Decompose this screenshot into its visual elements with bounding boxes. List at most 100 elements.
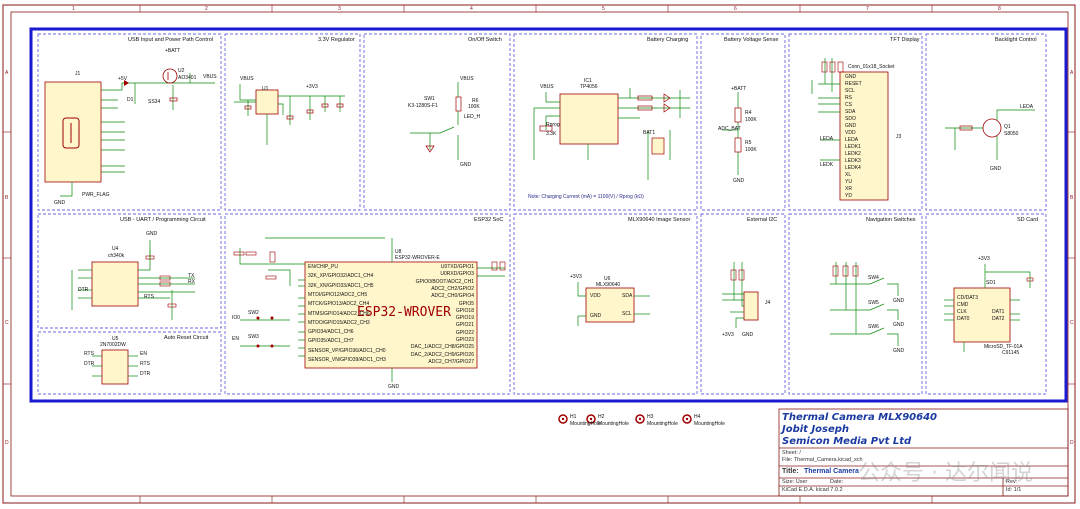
uart-ic-u4: [91, 261, 139, 307]
esp32-left-pin-label: SENSOR_VN/GPIO39/ADC1_CH3: [308, 357, 386, 363]
net-gnd-uart: GND: [146, 231, 158, 237]
ref-rprog: Rprog: [546, 122, 560, 128]
ref-sw2: SW2: [248, 310, 259, 316]
ref-u1: U1: [262, 86, 269, 92]
net-dtr-ar2: DTR: [140, 371, 151, 377]
part-u2: AO3401: [178, 75, 197, 81]
row-label: B: [1070, 195, 1074, 201]
tft-pin-label: YU: [845, 179, 852, 185]
ref-d1: D1: [127, 97, 134, 103]
mlx-pin-vdd: VDD: [590, 293, 601, 299]
value-r5: 100K: [745, 147, 757, 153]
net-leda: LEDA: [820, 136, 834, 142]
ref-sw5: SW5: [868, 300, 879, 306]
title-block-title-value: Thermal Camera: [804, 468, 859, 475]
net-pwr-flag: PWR_FLAG: [82, 192, 110, 198]
esp32-left-pin-label: MTDO/GPIO15/ADC2_CH3: [308, 319, 370, 326]
sd-pin-label: DAT2: [992, 316, 1005, 322]
title-block-project: Thermal Camera MLX90640: [782, 412, 938, 423]
esp32-left-pin-label: 32K_XP/GPIO32/ADC1_CH4: [308, 273, 374, 280]
mh-label-2: MountingHole: [598, 421, 629, 427]
section-title-regulator: 3.3V Regulator: [318, 37, 355, 43]
ref-j3: J3: [896, 134, 902, 140]
box-autoreset: [37, 331, 222, 395]
charging-note: Note: Charging Current (mA) = 1100(V) / …: [528, 194, 644, 200]
title-block-company: Semicon Media Pvt Ltd: [782, 436, 912, 447]
part-sw1: K3-1280S-F1: [408, 103, 438, 109]
row-label: C: [5, 320, 9, 326]
tft-pin-label: GND: [845, 74, 857, 80]
ref-r5: R5: [745, 140, 752, 146]
usb-power-circuit: [44, 68, 215, 197]
regulator-u1: [255, 89, 279, 115]
ref-sw6: SW6: [868, 324, 879, 330]
col-label: 7: [866, 6, 869, 12]
col-label: 6: [734, 6, 737, 12]
box-onoff: [363, 33, 511, 211]
net-rts-ar2: RTS: [140, 361, 150, 367]
ref-sw4: SW4: [868, 275, 879, 281]
ref-u4: U4: [112, 246, 119, 252]
col-label: 4: [470, 6, 473, 12]
section-title-esp32: ESP32 SoC: [474, 217, 504, 223]
mlx-circuit: [577, 282, 650, 326]
ref-bat1: BAT1: [643, 130, 656, 136]
esp32-right-pin-label: GPIO21: [455, 322, 474, 329]
part-d1: SS34: [148, 99, 161, 105]
tft-pin-label: CS: [845, 102, 852, 108]
section-title-tft: TFT Display: [890, 37, 920, 43]
part-u6: MLX90640: [596, 282, 621, 288]
tft-pin-label: XR: [845, 186, 852, 192]
net-gnd-nav2: GND: [893, 322, 905, 328]
part-u5: 2N7002DW: [100, 342, 126, 348]
sd-pin-label: DAT1: [992, 309, 1005, 315]
sd-pin-label: DAT0: [957, 316, 970, 322]
esp32-right-pin-label: GPIO23: [455, 337, 474, 343]
mh-ref-1: H1: [570, 414, 577, 420]
esp32-left-pin-label: EN/CHIP_PU: [308, 264, 339, 270]
esp32-left-pin-label: 32K_XN/GPIO33/ADC1_CH5: [308, 282, 374, 289]
tft-pin-label: VDD: [845, 130, 856, 136]
part-ic1: TP4056: [580, 84, 598, 90]
title-block-author: Jobit Joseph: [782, 424, 850, 435]
ref-sw1: SW1: [424, 96, 435, 102]
esp32-right-pin-label: GPIO19: [455, 315, 474, 322]
mh-label-4: MountingHole: [694, 421, 725, 427]
col-label: 2: [205, 6, 208, 12]
value-r4: 100K: [745, 117, 757, 123]
transistor-q1: [982, 118, 1002, 138]
row-label: D: [5, 440, 9, 446]
autoreset-circuit: [92, 349, 138, 385]
net-vbus-reg: VBUS: [240, 76, 254, 82]
mh-ref-2: H2: [598, 414, 605, 420]
mlx-pin-sda: SDA: [622, 293, 633, 299]
title-block-size: Size: User: [782, 479, 808, 485]
net-gnd-usb: GND: [54, 200, 66, 206]
ref-j4: J4: [765, 300, 771, 306]
title-block-file: File: Thermal_Camera.kicad_sch: [782, 457, 863, 463]
net-gnd-i2c: GND: [742, 332, 754, 338]
mlx-pin-scl: SCL: [622, 311, 632, 317]
section-title-onoff: On/Off Switch: [468, 37, 502, 43]
mh-ref-4: H4: [694, 414, 701, 420]
row-label: A: [5, 70, 9, 76]
net-io0-esp: IO0: [232, 315, 241, 321]
ref-j1: J1: [75, 71, 81, 77]
esp32-right-pin-label: GPIO18: [455, 307, 474, 314]
title-block-title-label: Title:: [782, 468, 799, 475]
net-en-ar: EN: [140, 351, 147, 357]
resistor-r4: [734, 107, 742, 123]
esp32-right-pin-label: ADC2_CH2/GPIO2: [431, 285, 474, 292]
ref-r4: R4: [745, 110, 752, 116]
tft-pin-label: SCL: [845, 88, 855, 94]
tft-pin-label: LEDK4: [845, 165, 861, 171]
esp32-right-pin-label: GPIO22: [455, 329, 474, 336]
section-title-uart: USB - UART / Programming Circuit: [120, 217, 206, 223]
sd-pin-label: CD/DAT3: [957, 295, 979, 301]
mosfet-u5: [101, 349, 129, 385]
value-r6: 100K: [468, 104, 480, 110]
esp32-left-pin-label: MTCK/GPIO13/ADC2_CH4: [308, 301, 370, 308]
tft-pin-label: GND: [845, 123, 857, 129]
net-ledk: LEDK: [820, 162, 834, 168]
resistor-r5: [734, 137, 742, 153]
